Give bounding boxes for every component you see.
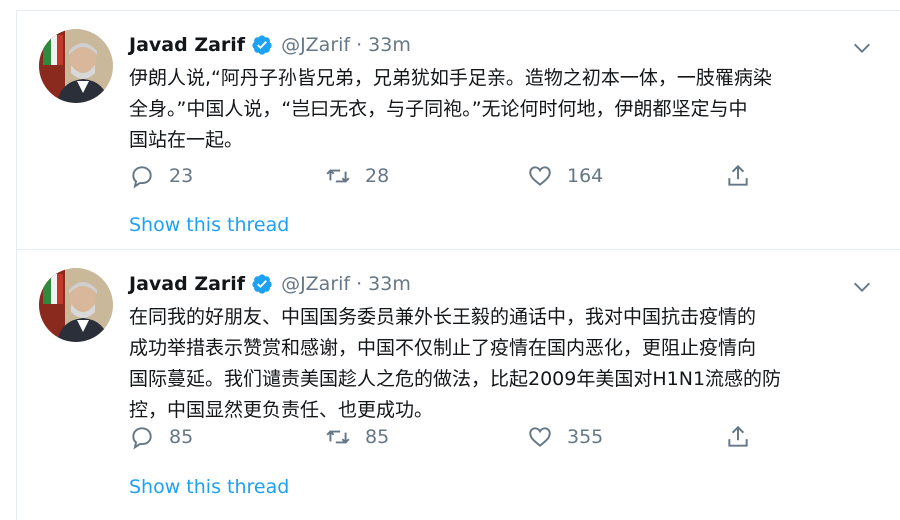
show-thread-link[interactable]: Show this thread [129, 476, 289, 498]
tweet-header: Javad Zarif @JZarif · 33m [129, 31, 411, 59]
chevron-down-icon[interactable] [851, 276, 873, 298]
like-icon [529, 166, 551, 186]
chevron-down-icon[interactable] [851, 37, 873, 59]
tweet-actions: 85 85 355 [129, 422, 769, 452]
retweet-count: 85 [365, 426, 390, 448]
tweet-header: Javad Zarif @JZarif · 33m [129, 270, 411, 298]
author-name[interactable]: Javad Zarif [129, 273, 245, 295]
like-count: 355 [567, 426, 604, 448]
reply-button[interactable]: 23 [129, 161, 193, 191]
author-handle[interactable]: @JZarif [281, 34, 350, 56]
like-button[interactable]: 164 [527, 161, 603, 191]
verified-badge-icon [252, 274, 272, 294]
share-button[interactable] [725, 422, 751, 452]
retweet-button[interactable]: 85 [325, 422, 389, 452]
separator-dot: · [356, 273, 363, 295]
reply-icon [132, 166, 152, 189]
avatar[interactable] [39, 29, 113, 103]
reply-button[interactable]: 85 [129, 422, 193, 452]
like-icon [529, 427, 551, 447]
share-icon [728, 425, 748, 447]
tweet-text: 在同我的好朋友、中国国务委员兼外长王毅的通话中，我对中国抗击疫情的 成功举措表示… [129, 306, 782, 421]
reply-icon [132, 427, 152, 450]
tweet[interactable]: Javad Zarif @JZarif · 33m 在同我的好朋友、中国国务委员… [17, 249, 900, 510]
show-thread-link[interactable]: Show this thread [129, 214, 289, 236]
tweet[interactable]: Javad Zarif @JZarif · 33m 伊朗人说,“阿丹子孙皆兄弟，… [17, 10, 900, 249]
tweet-text: 伊朗人说,“阿丹子孙皆兄弟，兄弟犹如手足亲。造物之初本一体，一肢罹病染 全身。”… [129, 67, 772, 151]
avatar[interactable] [39, 268, 113, 342]
share-icon [728, 164, 748, 186]
retweet-button[interactable]: 28 [325, 161, 389, 191]
share-button[interactable] [725, 161, 751, 191]
retweet-icon [326, 430, 350, 444]
retweet-icon [326, 169, 350, 183]
like-count: 164 [567, 165, 604, 187]
separator-dot: · [356, 34, 363, 56]
retweet-count: 28 [365, 165, 390, 187]
timeline-feed: Javad Zarif @JZarif · 33m 伊朗人说,“阿丹子孙皆兄弟，… [16, 10, 900, 520]
timestamp[interactable]: 33m [368, 34, 411, 56]
timestamp[interactable]: 33m [368, 273, 411, 295]
author-handle[interactable]: @JZarif [281, 273, 350, 295]
author-name[interactable]: Javad Zarif [129, 34, 245, 56]
verified-badge-icon [252, 35, 272, 55]
tweet-actions: 23 28 164 [129, 161, 769, 191]
like-button[interactable]: 355 [527, 422, 603, 452]
reply-count: 85 [169, 426, 194, 448]
reply-count: 23 [169, 165, 194, 187]
